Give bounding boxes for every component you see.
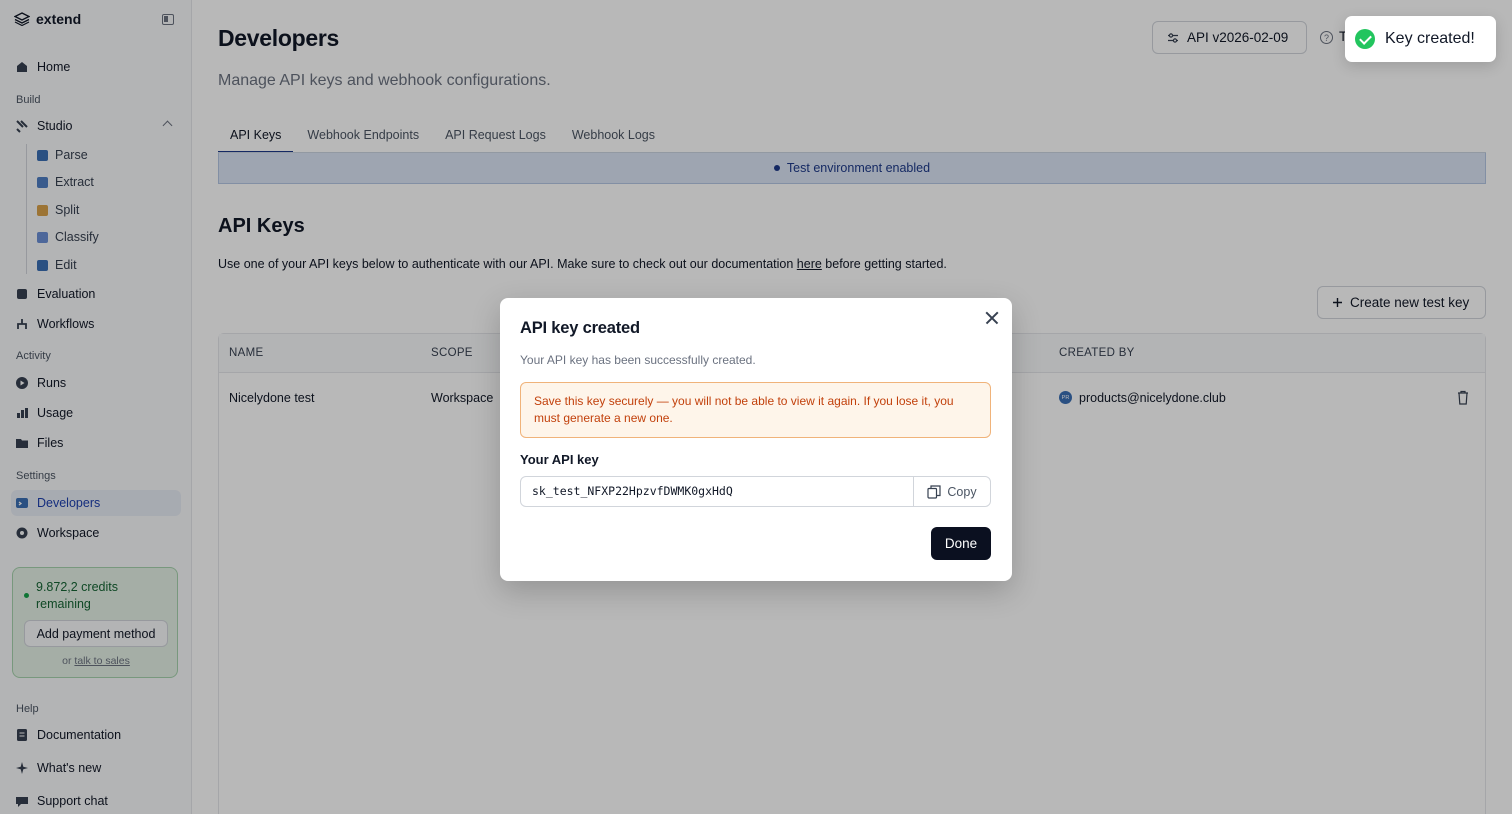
copy-button[interactable]: Copy bbox=[913, 477, 990, 506]
toast-message: Key created! bbox=[1385, 30, 1475, 47]
modal-description: Your API key has been successfully creat… bbox=[520, 353, 756, 367]
copy-label: Copy bbox=[947, 484, 977, 499]
api-key-label: Your API key bbox=[520, 452, 599, 467]
api-key-value[interactable]: sk_test_NFXP22HpzvfDWMK0gxHdQ bbox=[521, 477, 913, 506]
done-button[interactable]: Done bbox=[931, 527, 991, 560]
warning-message: Save this key securely — you will not be… bbox=[520, 382, 991, 438]
success-toast: Key created! bbox=[1345, 16, 1496, 62]
modal-title: API key created bbox=[520, 319, 640, 337]
check-circle-icon bbox=[1355, 29, 1375, 49]
api-key-created-dialog: API key created Your API key has been su… bbox=[500, 298, 1012, 581]
copy-icon bbox=[927, 484, 942, 499]
close-icon[interactable] bbox=[984, 310, 1000, 326]
api-key-field: sk_test_NFXP22HpzvfDWMK0gxHdQ Copy bbox=[520, 476, 991, 507]
